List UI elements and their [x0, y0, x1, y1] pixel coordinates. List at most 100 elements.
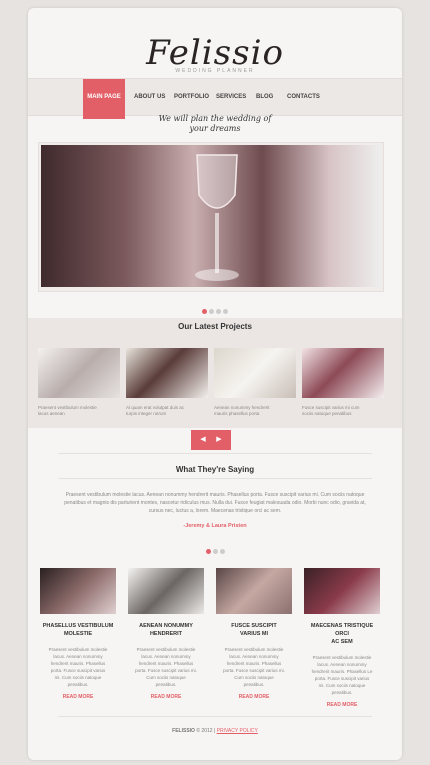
slider-dot-1[interactable] — [202, 309, 207, 314]
feature-text: Praesent vestibulum molestie lacus. Aenea… — [40, 646, 116, 688]
project-image-rings — [38, 348, 120, 398]
hero-tagline: We will plan the wedding of your dreams — [28, 114, 402, 134]
feature-card: FUSCE SUSCIPIT VARIUS MI Praesent vestibu… — [216, 568, 292, 708]
project-caption: Aenean nonummy hendrerit mauris phasellus… — [214, 405, 296, 417]
testimonial-dot-2[interactable] — [212, 549, 218, 554]
feature-image-rings — [128, 568, 204, 614]
project-caption: Praesent vestibulum molestie lacus aenean — [38, 405, 120, 417]
feature-title-line: MAECENAS TRISTIQUE ORCI — [310, 623, 374, 637]
nav-item-services[interactable]: SERVICES — [216, 79, 246, 115]
project-card[interactable]: Al quam erat volutpat duis ac turpis inte… — [126, 348, 208, 417]
feature-text: Praesent vestibulum molestie lacus. Aenea… — [304, 654, 380, 696]
nav-item-main-page[interactable]: MAIN PAGE — [83, 79, 125, 119]
feature-text-line: hendrerit mauris. Phasellus — [50, 661, 106, 666]
feature-text-line: porta. Fusce suscipit varius mi. — [223, 668, 285, 673]
hero-slider[interactable] — [38, 142, 384, 292]
feature-text-line: Praesent vestibulum molestie — [48, 647, 108, 652]
read-more-link[interactable]: READ MORE — [40, 694, 116, 700]
feature-image-glasses — [40, 568, 116, 614]
project-caption-line: lacus aenean — [38, 411, 65, 416]
feature-text-line: lacus. Aenean nonummy — [317, 662, 367, 667]
feature-text-line: Praesent vestibulum molestie — [224, 647, 284, 652]
hero-image — [41, 145, 381, 287]
projects-title: Our Latest Projects — [178, 322, 252, 331]
feature-text-line: lacus. Aenean nonummy — [229, 654, 279, 659]
feature-text-line: hendrerit mauris. Phasellus — [138, 661, 194, 666]
page: Felissio WEDDING PLANNER MAIN PAGE ABOUT… — [28, 8, 402, 760]
project-caption-line: mauris phasellus porta — [214, 411, 260, 416]
slider-pagination — [28, 301, 402, 319]
testimonial-pagination — [28, 541, 402, 559]
project-caption-line: turpis integer rutrum — [126, 411, 167, 416]
next-arrow-icon[interactable]: ▶ — [215, 436, 223, 444]
logo-text: Felissio — [146, 33, 284, 73]
divider — [58, 716, 372, 717]
feature-text-line: penatibus. — [331, 690, 353, 695]
feature-text-line: porta. Fusce suscipit varius mi. — [135, 668, 197, 673]
privacy-policy-link[interactable]: PRIVACY POLICY — [217, 728, 258, 734]
feature-title-line: AENEAN NONUMMY — [139, 623, 193, 629]
nav-item-contacts[interactable]: CONTACTS — [287, 79, 320, 115]
logo[interactable]: Felissio WEDDING PLANNER — [28, 36, 402, 74]
feature-text-line: porta. Fusce suscipit varius — [314, 676, 370, 681]
footer-copyright: © 2012 | — [196, 728, 216, 734]
feature-title: FUSCE SUSCIPIT VARIUS MI — [216, 622, 292, 638]
project-image-flowers — [214, 348, 296, 398]
testimonial-author: -Jeremy & Laura Pristen — [183, 523, 247, 529]
project-card[interactable]: Praesent vestibulum molestie lacus aenean — [38, 348, 120, 417]
feature-text-line: lacus. Aenean nonummy — [53, 654, 103, 659]
feature-title: AENEAN NONUMMY HENDRERIT — [128, 622, 204, 638]
feature-title-line: MOLESTIE — [63, 631, 93, 637]
main-nav: MAIN PAGE ABOUT US PORTFOLIO SERVICES BL… — [28, 78, 402, 119]
feature-title-line: FUSCE SUSCIPIT — [231, 623, 277, 629]
project-caption: Fusce suscipit varius mi cum sociis natoq… — [302, 405, 384, 417]
slider-dot-4[interactable] — [223, 309, 228, 314]
slider-dot-3[interactable] — [216, 309, 221, 314]
project-card[interactable]: Fusce suscipit varius mi cum sociis natoq… — [302, 348, 384, 417]
feature-text-line: Cum sociis natoque — [146, 675, 186, 680]
feature-title-line: HENDRERIT — [149, 631, 183, 637]
nav-item-portfolio[interactable]: PORTFOLIO — [174, 79, 209, 115]
slider-dot-2[interactable] — [209, 309, 214, 314]
feature-text-line: lacus. Aenean nonummy — [141, 654, 191, 659]
read-more-link[interactable]: READ MORE — [216, 694, 292, 700]
feature-text-line: penatibus. — [155, 682, 177, 687]
feature-title: PHASELLUS VESTIBULUM MOLESTIE — [40, 622, 116, 638]
feature-title: MAECENAS TRISTIQUE ORCI AC SEM — [304, 622, 380, 646]
read-more-link[interactable]: READ MORE — [128, 694, 204, 700]
footer-brand: FELISSIO — [172, 728, 195, 734]
feature-image-bride — [304, 568, 380, 614]
project-image-bouquet — [126, 348, 208, 398]
feature-text-line: mi. Cum sociis natoque — [318, 683, 366, 688]
hero-tagline-line1: We will plan the wedding of — [158, 114, 272, 123]
feature-text-line: hendrerit mauris. Phasellus — [226, 661, 282, 666]
feature-text-line: Cum sociis natoque — [234, 675, 274, 680]
feature-text: Praesent vestibulum molestie lacus. Aenea… — [128, 646, 204, 688]
feature-text-line: hendrerit mauris. Phasellus Le — [311, 669, 373, 674]
project-caption: Al quam erat volutpat duis ac turpis inte… — [126, 405, 208, 417]
feature-card: AENEAN NONUMMY HENDRERIT Praesent vestibu… — [128, 568, 204, 708]
prev-arrow-icon[interactable]: ◀ — [199, 436, 207, 444]
testimonial-dot-3[interactable] — [219, 549, 225, 554]
feature-text-line: mi. Cum sociis natoque — [54, 675, 102, 680]
nav-item-about-us[interactable]: ABOUT US — [134, 79, 165, 115]
nav-item-blog[interactable]: BLOG — [256, 79, 273, 115]
project-card[interactable]: Aenean nonummy hendrerit mauris phasellus… — [214, 348, 296, 417]
feature-text-line: penatibus. — [243, 682, 265, 687]
footer: FELISSIO © 2012 | PRIVACY POLICY — [28, 728, 402, 734]
feature-card: PHASELLUS VESTIBULUM MOLESTIE Praesent ve… — [40, 568, 116, 708]
logo-subtitle: WEDDING PLANNER — [175, 68, 255, 74]
feature-text-line: Praesent vestibulum molestie — [136, 647, 196, 652]
divider — [58, 453, 372, 454]
feature-text-line: penatibus. — [67, 682, 89, 687]
testimonial-quote: Praesent vestibulum molestie lacus. Aene… — [64, 492, 366, 514]
feature-image-gift — [216, 568, 292, 614]
wine-glass-image — [195, 154, 239, 281]
hero-tagline-line2: your dreams — [189, 124, 241, 133]
feature-text-line: porta. Fusce suscipit varius — [50, 668, 106, 673]
feature-text: Praesent vestibulum molestie lacus. Aenea… — [216, 646, 292, 688]
read-more-link[interactable]: READ MORE — [304, 702, 380, 708]
feature-title-line: VARIUS MI — [239, 631, 268, 637]
feature-card: MAECENAS TRISTIQUE ORCI AC SEM Praesent v… — [304, 568, 380, 708]
testimonial-dot-1[interactable] — [205, 549, 211, 554]
